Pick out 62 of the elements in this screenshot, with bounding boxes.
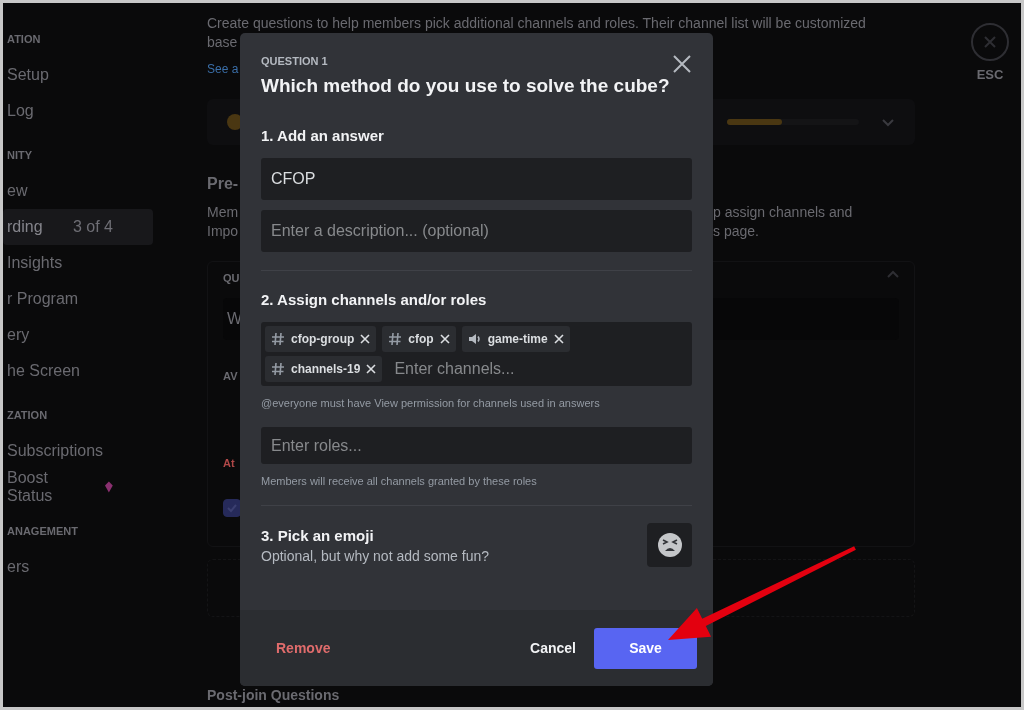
section-header: NITY bbox=[6, 149, 34, 161]
question-label: QU bbox=[223, 272, 240, 284]
channels-field[interactable]: cfop-group cfop game-time channels-19 Enter channels... bbox=[261, 322, 692, 386]
answer-field[interactable]: CFOP bbox=[261, 158, 692, 200]
hash-icon bbox=[271, 362, 285, 376]
emoji-hint: Optional, but why not add some fun? bbox=[261, 547, 490, 564]
description-text: Mem bbox=[207, 204, 239, 220]
dialog-title: Which method do you use to solve the cube? bbox=[261, 75, 671, 97]
sidebar-item[interactable]: Boost Status bbox=[3, 469, 153, 505]
sidebar-item[interactable]: Insights bbox=[3, 245, 153, 281]
section-title: Pre- bbox=[207, 175, 239, 193]
checkbox[interactable] bbox=[223, 499, 241, 517]
description-text: p assign channels and bbox=[713, 203, 853, 222]
description-text: Impo bbox=[207, 223, 239, 239]
sidebar-item[interactable]: Setup bbox=[3, 57, 153, 93]
step-heading: 2. Assign channels and/or roles bbox=[261, 291, 488, 308]
question-number: QUESTION 1 bbox=[261, 55, 328, 67]
checkmark-icon bbox=[226, 502, 238, 514]
channel-tag[interactable]: channels-19 bbox=[265, 356, 383, 382]
sidebar-item[interactable]: ew bbox=[3, 173, 153, 209]
section-title: Post-join Questions bbox=[207, 687, 340, 703]
description-field[interactable]: Enter a description... (optional) bbox=[261, 210, 692, 252]
section-header: ZATION bbox=[6, 409, 49, 421]
roles-field[interactable]: Enter roles... bbox=[261, 427, 692, 464]
section-header: ANAGEMENT bbox=[6, 525, 79, 537]
section-header: ATION bbox=[6, 33, 42, 45]
see-link[interactable]: See a bbox=[207, 62, 239, 76]
alert-text: At bbox=[223, 457, 236, 469]
speaker-icon bbox=[467, 332, 482, 346]
description-text: s page. bbox=[713, 222, 759, 241]
hash-icon bbox=[388, 332, 403, 346]
channel-tag[interactable]: cfop bbox=[382, 326, 456, 352]
step-heading: 1. Add an answer bbox=[261, 127, 385, 144]
remove-icon[interactable] bbox=[553, 334, 564, 344]
emoji-button[interactable] bbox=[647, 523, 692, 567]
hint-text: Members will receive all channels granted by these roles bbox=[261, 475, 538, 487]
answers-label: AV bbox=[223, 370, 239, 382]
save-button[interactable]: Save bbox=[594, 627, 697, 669]
remove-icon[interactable] bbox=[360, 334, 371, 344]
close-button[interactable] bbox=[671, 53, 693, 75]
sidebar-item[interactable]: rding 3 of 4 bbox=[3, 209, 153, 245]
intro-text: Create questions to help members pick additional channels and roles. Their channel list will be customized bbox=[207, 14, 866, 33]
sidebar-item[interactable]: r Program bbox=[3, 281, 153, 317]
sidebar-item[interactable]: Log bbox=[3, 93, 153, 129]
remove-button[interactable]: Remove bbox=[260, 630, 347, 666]
sidebar-item[interactable]: ery bbox=[3, 317, 153, 353]
intro-text: base bbox=[207, 33, 238, 52]
remove-icon[interactable] bbox=[366, 364, 377, 374]
weary-face-icon bbox=[657, 533, 682, 557]
esc-label: ESC bbox=[976, 67, 1004, 82]
cancel-button[interactable]: Cancel bbox=[514, 630, 592, 666]
channel-tag[interactable]: cfop-group bbox=[265, 326, 377, 352]
step-count: 3 of 4 bbox=[72, 218, 113, 236]
sidebar-item[interactable]: ers bbox=[3, 549, 153, 585]
step-heading: 3. Pick an emoji bbox=[261, 526, 375, 544]
sidebar-item[interactable]: he Screen bbox=[3, 353, 153, 389]
sidebar-item[interactable]: Subscriptions bbox=[3, 433, 153, 469]
hint-text: @everyone must have View permission for channels used in answers bbox=[261, 397, 601, 409]
remove-icon[interactable] bbox=[439, 334, 450, 344]
channel-tag[interactable]: game-time bbox=[461, 326, 570, 352]
close-icon bbox=[982, 34, 998, 50]
hash-icon bbox=[271, 332, 285, 346]
